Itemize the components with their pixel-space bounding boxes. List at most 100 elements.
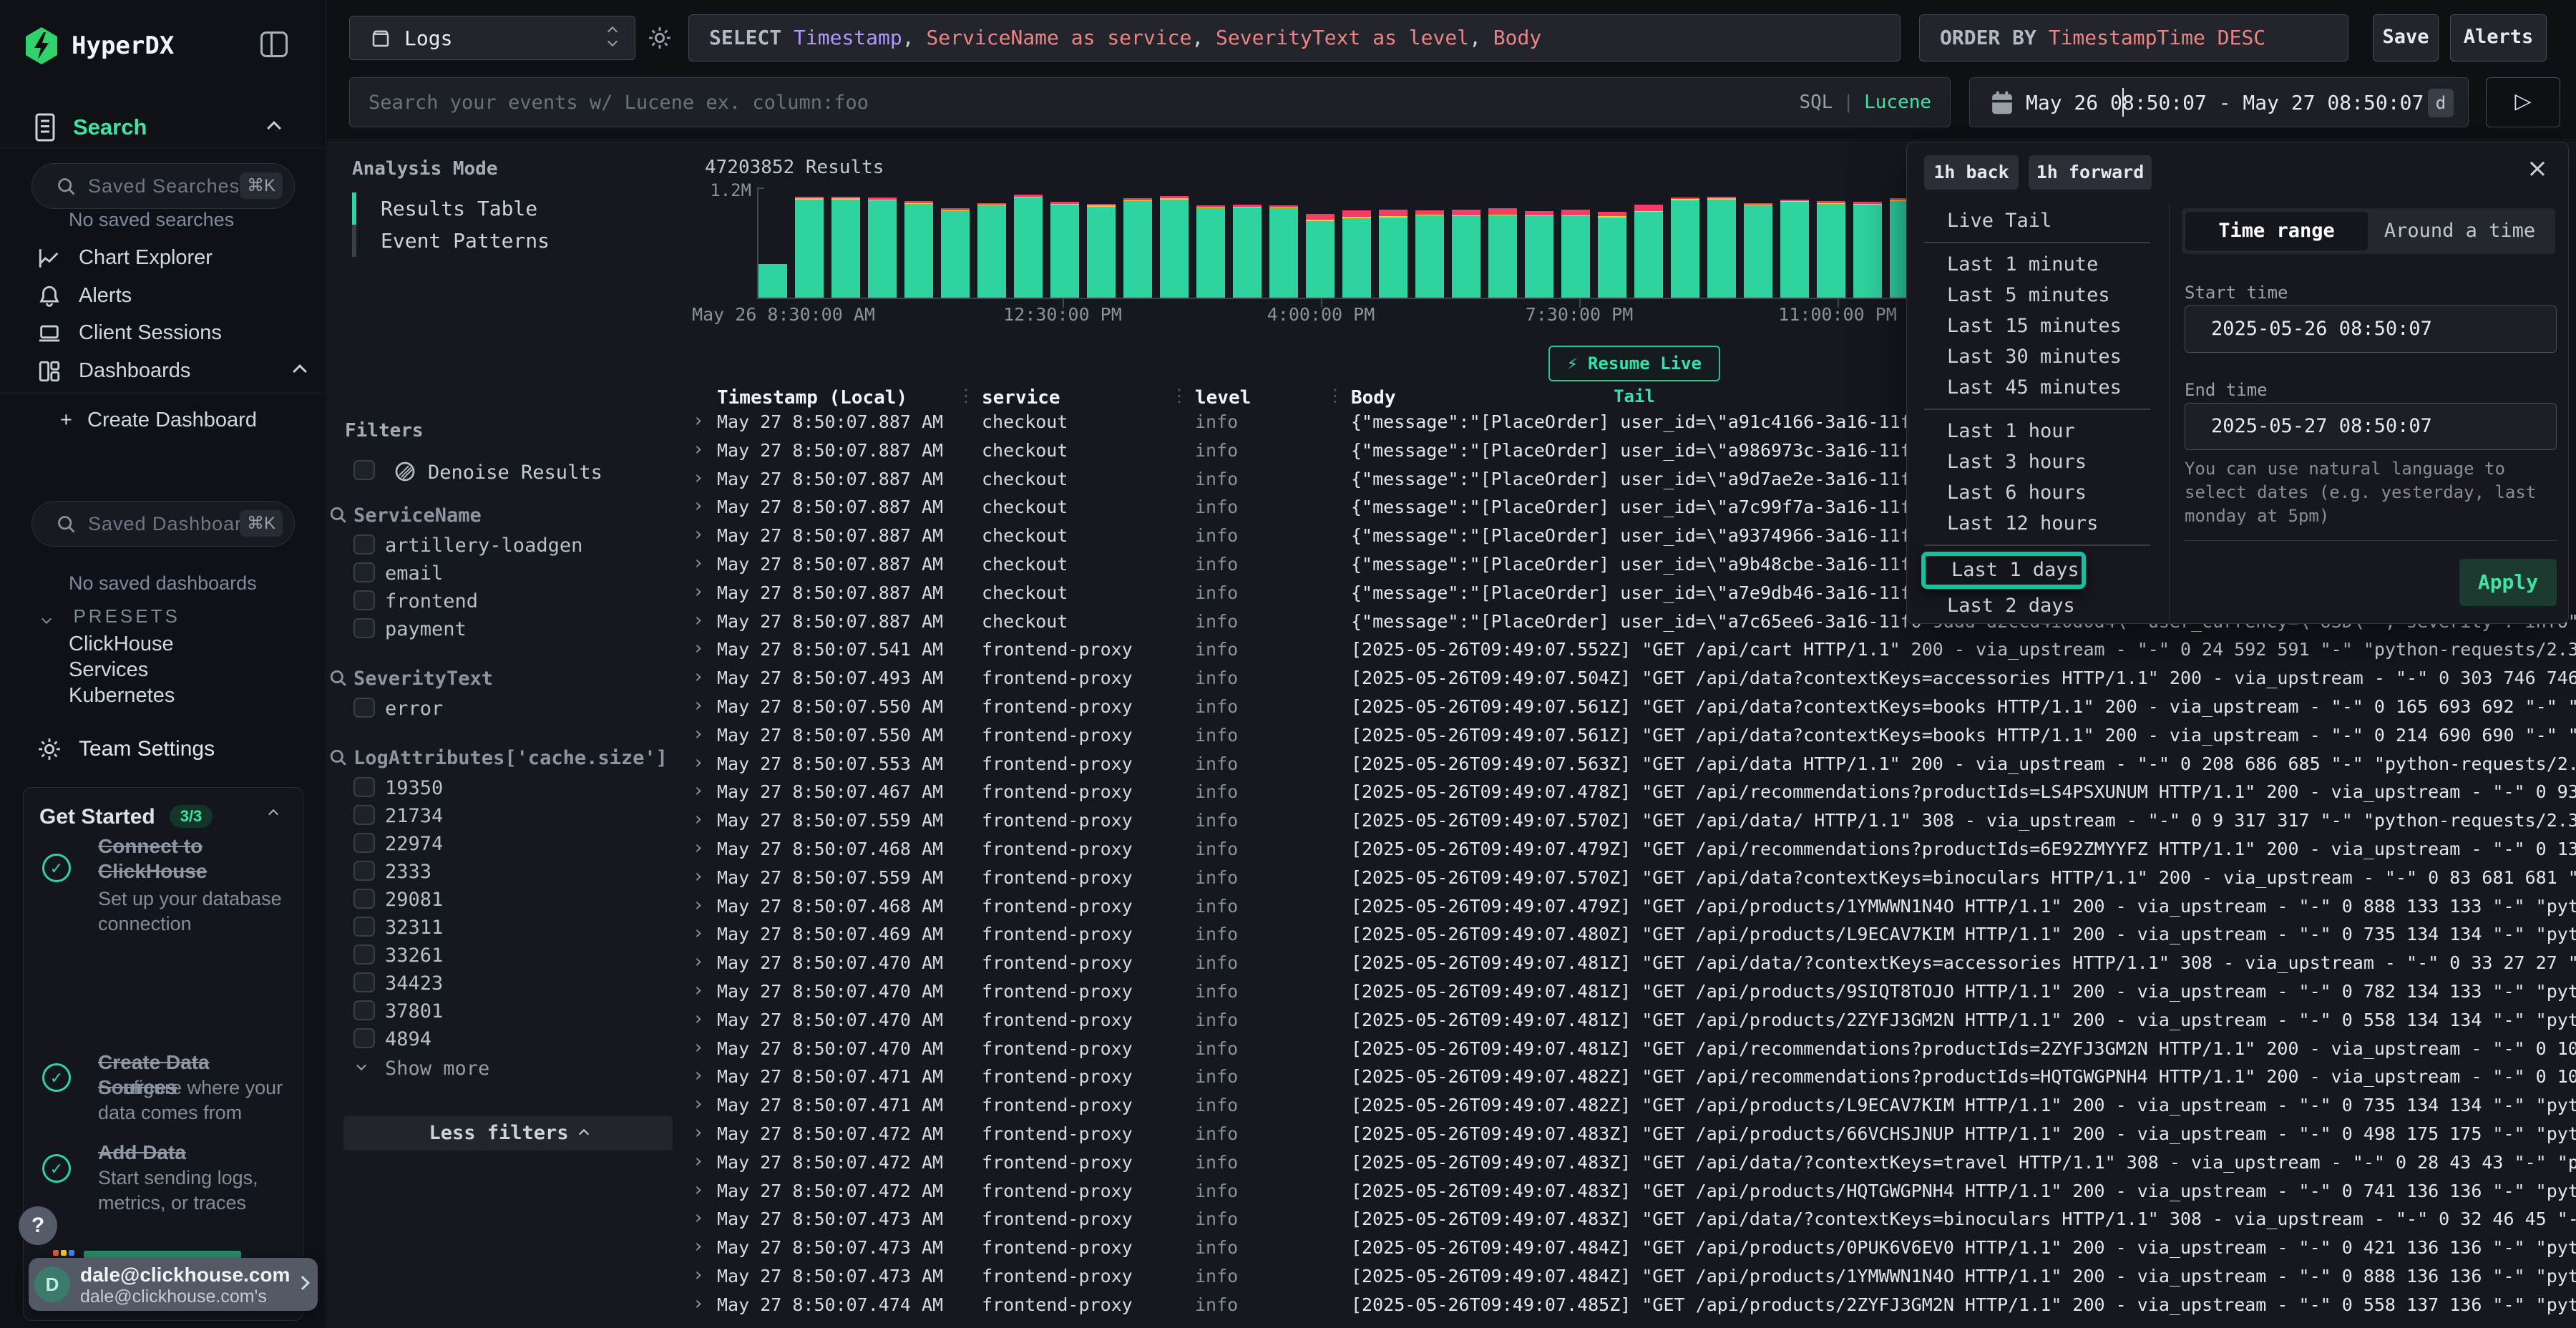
show-more-toggle[interactable]: Show more bbox=[353, 1055, 668, 1086]
sidebar-item-chart-explorer[interactable]: Chart Explorer bbox=[0, 240, 326, 276]
shift-back-button[interactable]: 1h back bbox=[1924, 155, 2019, 190]
row-expand-icon[interactable]: › bbox=[693, 723, 704, 745]
table-row[interactable]: ›May 27 8:50:07.470 AMfrontend-proxyinfo… bbox=[687, 1005, 2576, 1034]
filter-value-checkbox[interactable]: 21734 bbox=[353, 804, 668, 831]
checkbox[interactable] bbox=[353, 460, 375, 480]
row-expand-icon[interactable]: › bbox=[693, 1037, 704, 1058]
checkbox[interactable] bbox=[353, 534, 375, 555]
table-row[interactable]: ›May 27 8:50:07.559 AMfrontend-proxyinfo… bbox=[687, 863, 2576, 892]
close-icon[interactable]: × bbox=[2527, 154, 2548, 183]
filter-value-checkbox[interactable]: 34423 bbox=[353, 971, 668, 999]
checkbox[interactable] bbox=[353, 972, 375, 992]
lang-sql-toggle[interactable]: SQL bbox=[1799, 92, 1833, 113]
time-range-option[interactable]: Last 12 hours bbox=[1907, 508, 2169, 539]
row-expand-icon[interactable]: › bbox=[693, 581, 704, 602]
table-row[interactable]: ›May 27 8:50:07.473 AMfrontend-proxyinfo… bbox=[687, 1261, 2576, 1290]
table-row[interactable]: ›May 27 8:50:07.550 AMfrontend-proxyinfo… bbox=[687, 692, 2576, 721]
table-row[interactable]: ›May 27 8:50:07.550 AMfrontend-proxyinfo… bbox=[687, 721, 2576, 749]
table-row[interactable]: ›May 27 8:50:07.472 AMfrontend-proxyinfo… bbox=[687, 1148, 2576, 1176]
end-time-input[interactable]: 2025-05-27 08:50:07 bbox=[2185, 403, 2557, 450]
checkbox[interactable] bbox=[353, 861, 375, 881]
lang-lucene-toggle[interactable]: Lucene bbox=[1864, 92, 1931, 113]
filter-value-checkbox[interactable]: 22974 bbox=[353, 831, 668, 859]
checkbox[interactable] bbox=[353, 805, 375, 825]
chevron-up-icon[interactable] bbox=[267, 121, 281, 135]
filter-value-checkbox[interactable]: frontend bbox=[353, 589, 668, 617]
tab-around-a-time[interactable]: Around a time bbox=[2368, 212, 2551, 250]
checkbox[interactable] bbox=[353, 833, 375, 853]
row-expand-icon[interactable]: › bbox=[693, 666, 704, 688]
table-row[interactable]: ›May 27 8:50:07.473 AMfrontend-proxyinfo… bbox=[687, 1233, 2576, 1261]
date-range-input[interactable]: May 26 08:50:07 - May 27 08:50:07 d bbox=[1969, 77, 2469, 127]
row-expand-icon[interactable]: › bbox=[693, 1065, 704, 1086]
col-resize-handle[interactable]: ⋮ bbox=[957, 386, 975, 406]
row-expand-icon[interactable]: › bbox=[693, 638, 704, 659]
alerts-button[interactable]: Alerts bbox=[2450, 14, 2547, 62]
table-row[interactable]: ›May 27 8:50:07.473 AMfrontend-proxyinfo… bbox=[687, 1204, 2576, 1233]
filter-value-checkbox[interactable]: 32311 bbox=[353, 915, 668, 943]
row-expand-icon[interactable]: › bbox=[693, 439, 704, 460]
checkbox[interactable] bbox=[353, 562, 375, 582]
col-resize-handle[interactable]: ⋮ bbox=[1171, 386, 1188, 406]
table-row[interactable]: ›May 27 8:50:07.470 AMfrontend-proxyinfo… bbox=[687, 977, 2576, 1005]
table-row[interactable]: ›May 27 8:50:07.493 AMfrontend-proxyinfo… bbox=[687, 663, 2576, 692]
sql-select-editor[interactable]: SELECT Timestamp, ServiceName as service… bbox=[688, 14, 1901, 62]
save-button[interactable]: Save bbox=[2373, 14, 2439, 62]
row-expand-icon[interactable]: › bbox=[693, 1264, 704, 1286]
time-range-option[interactable]: Last 1 minute bbox=[1907, 249, 2169, 280]
table-row[interactable]: ›May 27 8:50:07.467 AMfrontend-proxyinfo… bbox=[687, 777, 2576, 806]
row-expand-icon[interactable]: › bbox=[693, 1179, 704, 1201]
row-expand-icon[interactable]: › bbox=[693, 894, 704, 916]
checkbox[interactable] bbox=[353, 1028, 375, 1048]
sidebar-item-services[interactable]: Services bbox=[69, 658, 148, 682]
time-range-option[interactable]: Last 2 days bbox=[1907, 590, 2169, 621]
table-row[interactable]: ›May 27 8:50:07.468 AMfrontend-proxyinfo… bbox=[687, 834, 2576, 863]
tab-time-range[interactable]: Time range bbox=[2185, 212, 2368, 250]
sidebar-collapse-icon[interactable] bbox=[260, 31, 288, 57]
table-row[interactable]: ›May 27 8:50:07.470 AMfrontend-proxyinfo… bbox=[687, 948, 2576, 977]
col-level[interactable]: level bbox=[1195, 387, 1251, 409]
shift-forward-button[interactable]: 1h forward bbox=[2029, 155, 2152, 190]
sidebar-item-dashboards[interactable]: Dashboards bbox=[0, 353, 326, 389]
col-body[interactable]: Body bbox=[1351, 387, 1396, 409]
sidebar-item-clickhouse[interactable]: ClickHouse bbox=[69, 633, 174, 656]
time-range-option[interactable]: Last 30 minutes bbox=[1907, 341, 2169, 372]
filter-value-checkbox[interactable]: 4894 bbox=[353, 1027, 668, 1055]
filter-value-checkbox[interactable]: 29081 bbox=[353, 887, 668, 915]
create-dashboard-button[interactable]: + Create Dashboard bbox=[0, 403, 326, 439]
checkbox[interactable] bbox=[353, 889, 375, 909]
less-filters-button[interactable]: Less filters bbox=[343, 1116, 673, 1151]
row-expand-icon[interactable]: › bbox=[693, 1207, 704, 1229]
table-row[interactable]: ›May 27 8:50:07.474 AMfrontend-proxyinfo… bbox=[687, 1290, 2576, 1319]
table-row[interactable]: ›May 27 8:50:07.469 AMfrontend-proxyinfo… bbox=[687, 919, 2576, 948]
col-resize-handle[interactable]: ⋮ bbox=[1327, 386, 1344, 406]
time-range-option[interactable]: Last 1 hour bbox=[1907, 416, 2169, 446]
row-expand-icon[interactable]: › bbox=[693, 695, 704, 716]
row-expand-icon[interactable]: › bbox=[693, 780, 704, 801]
row-expand-icon[interactable]: › bbox=[693, 410, 704, 431]
checkbox[interactable] bbox=[353, 590, 375, 610]
table-row[interactable]: ›May 27 8:50:07.559 AMfrontend-proxyinfo… bbox=[687, 806, 2576, 834]
resume-live-tail-button[interactable]: ⚡ Resume Live Tail bbox=[1548, 346, 1720, 381]
filter-value-checkbox[interactable]: 19350 bbox=[353, 776, 668, 804]
filter-value-checkbox[interactable]: 2333 bbox=[353, 859, 668, 887]
row-expand-icon[interactable]: › bbox=[693, 610, 704, 631]
table-row[interactable]: ›May 27 8:50:07.472 AMfrontend-proxyinfo… bbox=[687, 1176, 2576, 1205]
row-expand-icon[interactable]: › bbox=[693, 1008, 704, 1030]
row-expand-icon[interactable]: › bbox=[693, 524, 704, 545]
filter-value-checkbox[interactable]: 37801 bbox=[353, 999, 668, 1027]
order-by-editor[interactable]: ORDER BY TimestampTime DESC bbox=[1919, 14, 2348, 62]
time-range-option[interactable]: Last 1 days bbox=[1921, 552, 2086, 589]
row-expand-icon[interactable]: › bbox=[693, 951, 704, 972]
row-expand-icon[interactable]: › bbox=[693, 809, 704, 830]
table-row[interactable]: ›May 27 8:50:07.468 AMfrontend-proxyinfo… bbox=[687, 892, 2576, 920]
time-range-option[interactable]: Last 5 minutes bbox=[1907, 280, 2169, 311]
row-expand-icon[interactable]: › bbox=[693, 495, 704, 517]
checkbox[interactable] bbox=[353, 917, 375, 937]
table-row[interactable]: ›May 27 8:50:07.471 AMfrontend-proxyinfo… bbox=[687, 1090, 2576, 1119]
checkbox[interactable] bbox=[353, 1000, 375, 1020]
filter-value-checkbox[interactable]: payment bbox=[353, 617, 668, 645]
row-expand-icon[interactable]: › bbox=[693, 1236, 704, 1257]
col-timestamp[interactable]: Timestamp (Local) bbox=[717, 387, 907, 409]
time-range-option[interactable]: Last 3 hours bbox=[1907, 446, 2169, 477]
